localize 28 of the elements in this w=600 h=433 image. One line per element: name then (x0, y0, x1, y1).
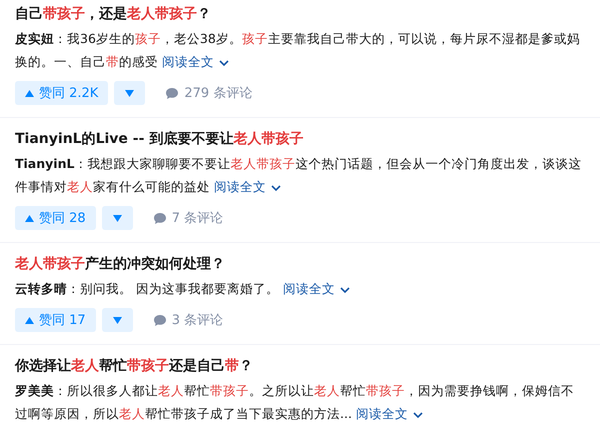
question-title[interactable]: TianyinL的Live -- 到底要不要让老人带孩子 (15, 128, 585, 150)
chevron-down-icon (270, 184, 282, 192)
read-more-link[interactable]: 阅读全文 (356, 406, 424, 421)
downvote-button[interactable] (102, 206, 133, 230)
answer-excerpt: 皮实妞：我36岁生的孩子，老公38岁。孩子主要靠我自己带大的，可以说，每片尿不湿都是爹或妈换的。一、自己带的感受 阅读全文 (15, 30, 581, 71)
read-more-link[interactable]: 阅读全文 (282, 281, 351, 296)
down-triangle-icon (112, 214, 122, 222)
question-title[interactable]: 老人带孩子产生的冲突如何处理？ (15, 253, 585, 275)
read-more-link[interactable]: 阅读全文 (162, 54, 230, 69)
answer-excerpt: 罗美美：所以很多人都让老人帮忙带孩子。之所以让老人帮忙带孩子，因为需要挣钱啊，保姆信不过啊等原因，所以老人帮忙带孩子成了当下最实惠的方法... 阅读全文 (15, 382, 575, 423)
comment-icon (152, 314, 167, 326)
read-more-link[interactable]: 阅读全文 (214, 179, 282, 194)
chevron-down-icon (412, 410, 424, 419)
up-triangle-icon (25, 90, 34, 96)
question-title[interactable]: 自己带孩子，还是老人带孩子？ (15, 3, 585, 25)
down-triangle-icon (125, 90, 134, 96)
up-triangle-icon (25, 316, 34, 324)
downvote-button[interactable] (114, 81, 146, 105)
downvote-button[interactable] (102, 308, 133, 332)
answer-excerpt: TianyinL：我想跟大家聊聊要不要让老人带孩子这个热门话题，但会从一个冷门角度出发，谈谈这件事情对老人家有什么可能的益处 阅读全文 (15, 155, 582, 196)
up-triangle-icon (25, 214, 34, 222)
comment-icon (165, 86, 180, 100)
chevron-down-icon (338, 286, 351, 294)
question-title[interactable]: 你选择让老人帮忙带孩子还是自己带？ (15, 355, 585, 377)
chevron-down-icon (218, 58, 230, 67)
comment-icon (152, 212, 167, 224)
answer-excerpt: 云转多晴：别问我。 因为这事我都要离婚了。 阅读全文 (15, 277, 585, 300)
down-triangle-icon (112, 316, 122, 324)
